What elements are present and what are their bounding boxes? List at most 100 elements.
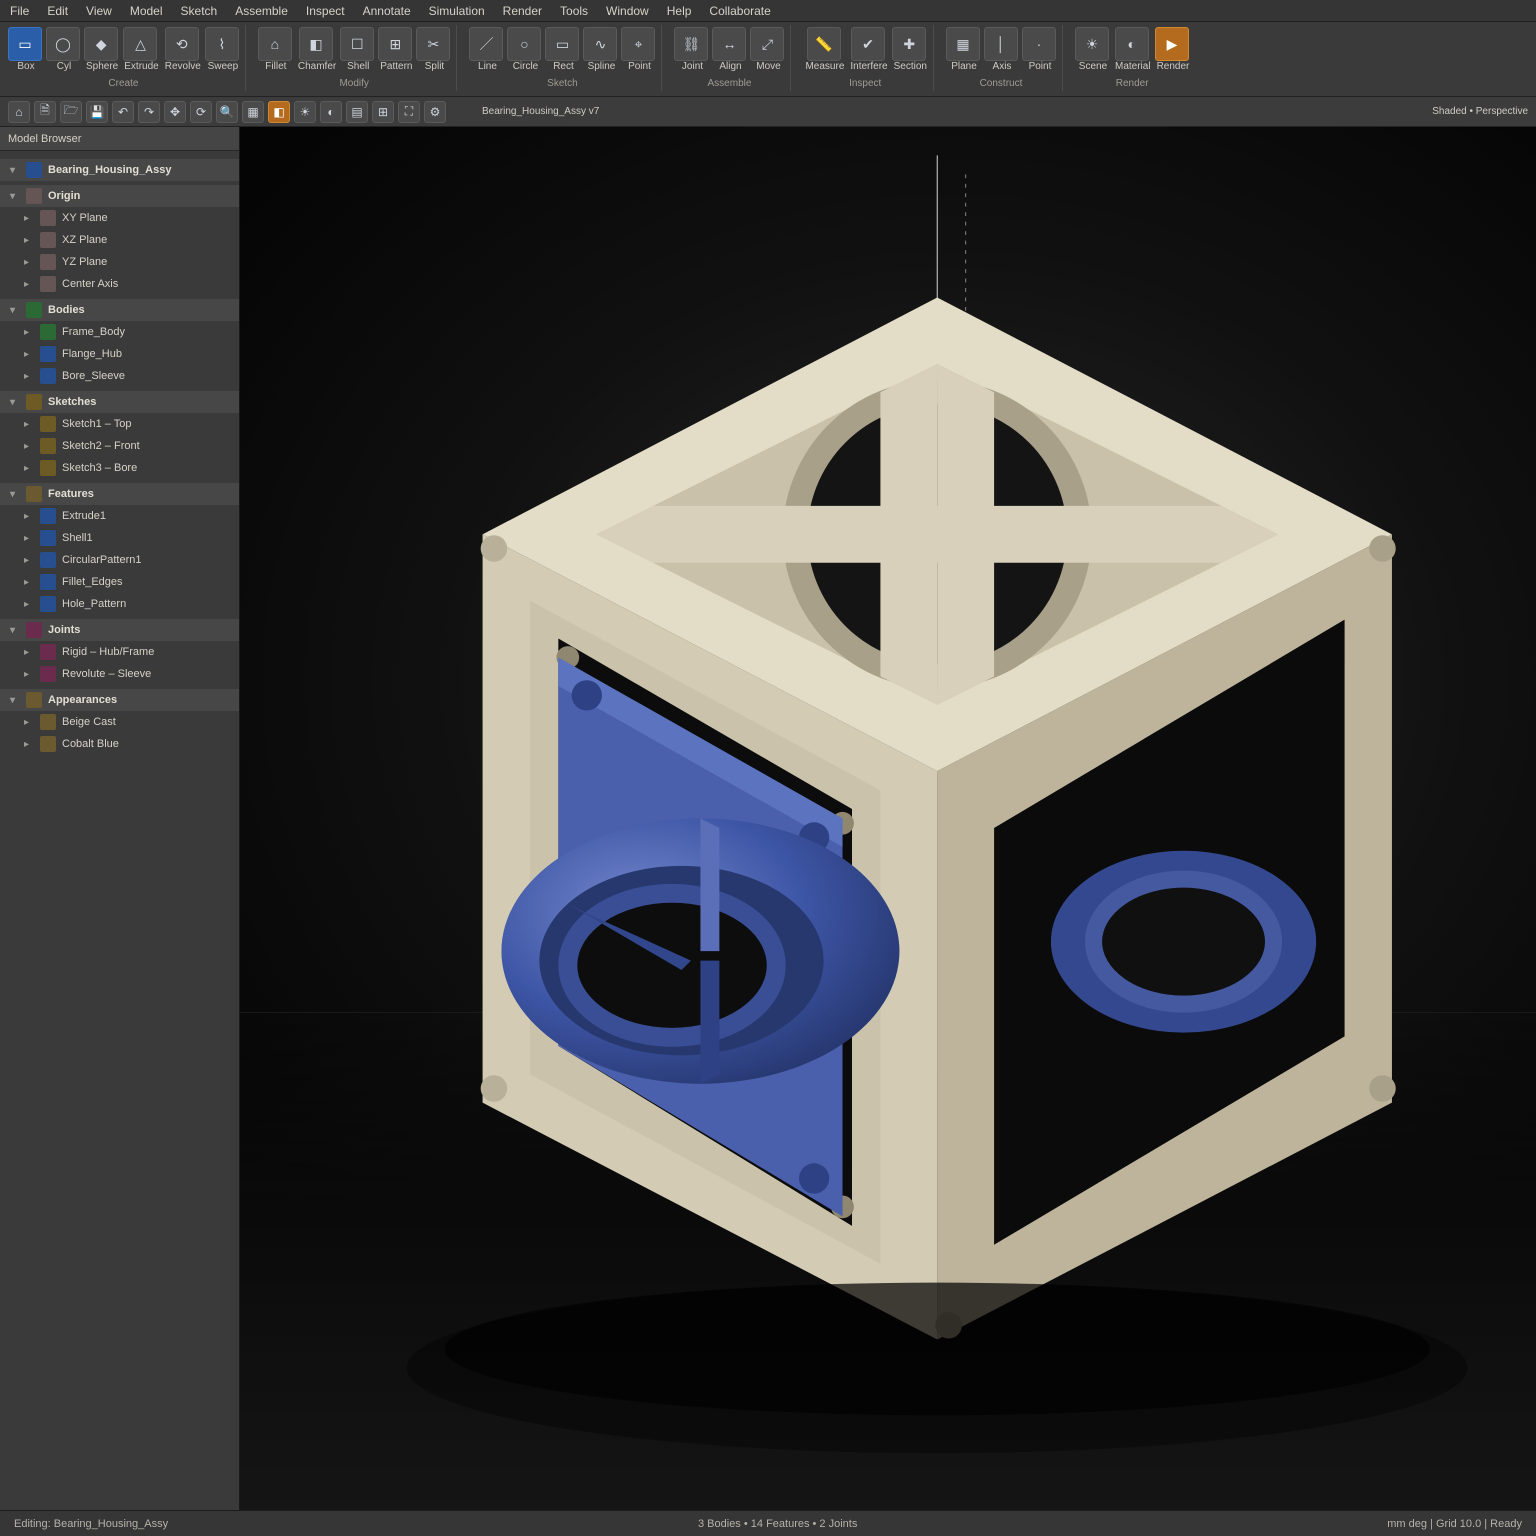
caret-icon: ▸ bbox=[24, 441, 34, 452]
menu-view[interactable]: View bbox=[86, 4, 112, 18]
viewport[interactable] bbox=[240, 127, 1536, 1510]
tree-label: Extrude1 bbox=[62, 510, 106, 522]
ribbon-btn-circle[interactable]: ○ bbox=[507, 27, 541, 61]
ribbon-btn-line[interactable]: ／ bbox=[469, 27, 503, 61]
tree-node[interactable]: ▸Fillet_Edges bbox=[0, 571, 239, 593]
ribbon-btn-plane[interactable]: ▦ bbox=[946, 27, 980, 61]
quick-btn-15[interactable]: ⛶ bbox=[398, 101, 420, 123]
ribbon-btn-chamfer[interactable]: ◧ bbox=[299, 27, 333, 61]
quick-btn-14[interactable]: ⊞ bbox=[372, 101, 394, 123]
quick-btn-3[interactable]: 💾 bbox=[86, 101, 108, 123]
part-icon bbox=[40, 552, 56, 568]
ribbon-btn-fillet[interactable]: ⌂ bbox=[258, 27, 292, 61]
menu-file[interactable]: File bbox=[10, 4, 29, 18]
ribbon-btn-shell[interactable]: ☐ bbox=[340, 27, 374, 61]
tree-node[interactable]: ▸Revolute – Sleeve bbox=[0, 663, 239, 685]
quick-btn-2[interactable]: 🗁 bbox=[60, 101, 82, 123]
tree-node[interactable]: ▸CircularPattern1 bbox=[0, 549, 239, 571]
quick-btn-13[interactable]: ▤ bbox=[346, 101, 368, 123]
ribbon-btn-point[interactable]: · bbox=[1022, 27, 1056, 61]
quick-btn-6[interactable]: ✥ bbox=[164, 101, 186, 123]
tree-node[interactable]: ▾Features bbox=[0, 483, 239, 505]
quick-btn-5[interactable]: ↷ bbox=[138, 101, 160, 123]
ribbon-btn-joint[interactable]: ⛓ bbox=[674, 27, 708, 61]
ribbon-btn-point[interactable]: ⌖ bbox=[621, 27, 655, 61]
ribbon-btn-measure[interactable]: 📏 bbox=[807, 27, 841, 61]
menu-help[interactable]: Help bbox=[667, 4, 692, 18]
ribbon-btn-material[interactable]: ◐ bbox=[1115, 27, 1149, 61]
tree-node[interactable]: ▸Sketch3 – Bore bbox=[0, 457, 239, 479]
tree-node[interactable]: ▾Appearances bbox=[0, 689, 239, 711]
tree-node[interactable]: ▸XY Plane bbox=[0, 207, 239, 229]
menu-window[interactable]: Window bbox=[606, 4, 649, 18]
ribbon-btn-rect[interactable]: ▭ bbox=[545, 27, 579, 61]
tree-node[interactable]: ▸Bore_Sleeve bbox=[0, 365, 239, 387]
quick-btn-11[interactable]: ☀ bbox=[294, 101, 316, 123]
ribbon-btn-section[interactable]: ✚ bbox=[892, 27, 926, 61]
joint-icon bbox=[40, 644, 56, 660]
menu-sketch[interactable]: Sketch bbox=[181, 4, 218, 18]
ribbon-btn-interfere[interactable]: ✔ bbox=[851, 27, 885, 61]
ribbon-btn-render[interactable]: ▶ bbox=[1155, 27, 1189, 61]
tree-node[interactable]: ▸Flange_Hub bbox=[0, 343, 239, 365]
menu-collaborate[interactable]: Collaborate bbox=[709, 4, 770, 18]
tree-label: Revolute – Sleeve bbox=[62, 668, 151, 680]
tree-label: Frame_Body bbox=[62, 326, 125, 338]
tree-label: Sketch1 – Top bbox=[62, 418, 132, 430]
menu-tools[interactable]: Tools bbox=[560, 4, 588, 18]
ribbon-btn-spline[interactable]: ∿ bbox=[583, 27, 617, 61]
tree-node[interactable]: ▸YZ Plane bbox=[0, 251, 239, 273]
document-title: Bearing_Housing_Assy v7 bbox=[482, 106, 599, 117]
tree-node[interactable]: ▸Extrude1 bbox=[0, 505, 239, 527]
tree-node[interactable]: ▾Bearing_Housing_Assy bbox=[0, 159, 239, 181]
ribbon-btn-pattern[interactable]: ⊞ bbox=[378, 27, 412, 61]
ribbon-btn-split[interactable]: ✂ bbox=[416, 27, 450, 61]
quick-btn-4[interactable]: ↶ bbox=[112, 101, 134, 123]
tree-node[interactable]: ▸Center Axis bbox=[0, 273, 239, 295]
ribbon-group-render: ☀Scene◐Material▶RenderRender bbox=[1073, 25, 1195, 91]
quick-btn-8[interactable]: 🔍 bbox=[216, 101, 238, 123]
ribbon-btn-scene[interactable]: ☀ bbox=[1075, 27, 1109, 61]
menu-simulation[interactable]: Simulation bbox=[429, 4, 485, 18]
quick-btn-10[interactable]: ◧ bbox=[268, 101, 290, 123]
ribbon-btn-sphere[interactable]: ◆ bbox=[84, 27, 118, 61]
ribbon-btn-move[interactable]: ⤢ bbox=[750, 27, 784, 61]
tree-node[interactable]: ▸Frame_Body bbox=[0, 321, 239, 343]
quick-btn-7[interactable]: ⟳ bbox=[190, 101, 212, 123]
quick-btn-0[interactable]: ⌂ bbox=[8, 101, 30, 123]
quick-btn-9[interactable]: ▦ bbox=[242, 101, 264, 123]
quick-btn-1[interactable]: 🗎 bbox=[34, 101, 56, 123]
ribbon-btn-axis[interactable]: │ bbox=[984, 27, 1018, 61]
menu-edit[interactable]: Edit bbox=[47, 4, 68, 18]
quick-btn-16[interactable]: ⚙ bbox=[424, 101, 446, 123]
tree-node[interactable]: ▾Bodies bbox=[0, 299, 239, 321]
caret-icon: ▸ bbox=[24, 555, 34, 566]
menu-inspect[interactable]: Inspect bbox=[306, 4, 345, 18]
tree-node[interactable]: ▸Hole_Pattern bbox=[0, 593, 239, 615]
ribbon-btn-sweep[interactable]: ⌇ bbox=[205, 27, 239, 61]
tree-node[interactable]: ▾Sketches bbox=[0, 391, 239, 413]
ribbon-btn-box[interactable]: ▭ bbox=[8, 27, 42, 61]
tree-node[interactable]: ▸Sketch1 – Top bbox=[0, 413, 239, 435]
ribbon-btn-extrude[interactable]: △ bbox=[123, 27, 157, 61]
tree-node[interactable]: ▸Beige Cast bbox=[0, 711, 239, 733]
menu-model[interactable]: Model bbox=[130, 4, 163, 18]
menu-render[interactable]: Render bbox=[503, 4, 542, 18]
status-left: Editing: Bearing_Housing_Assy bbox=[14, 1518, 168, 1530]
tree-node[interactable]: ▸Sketch2 – Front bbox=[0, 435, 239, 457]
tree-node[interactable]: ▸Shell1 bbox=[0, 527, 239, 549]
tree-node[interactable]: ▸XZ Plane bbox=[0, 229, 239, 251]
quick-btn-12[interactable]: ◐ bbox=[320, 101, 342, 123]
ribbon-btn-align[interactable]: ↔ bbox=[712, 27, 746, 61]
menu-annotate[interactable]: Annotate bbox=[363, 4, 411, 18]
tree-node[interactable]: ▾Joints bbox=[0, 619, 239, 641]
tree-node[interactable]: ▾Origin bbox=[0, 185, 239, 207]
tree-label: Features bbox=[48, 488, 94, 500]
caret-icon: ▸ bbox=[24, 533, 34, 544]
menu-assemble[interactable]: Assemble bbox=[235, 4, 288, 18]
tree-node[interactable]: ▸Cobalt Blue bbox=[0, 733, 239, 755]
tree-node[interactable]: ▸Rigid – Hub/Frame bbox=[0, 641, 239, 663]
ribbon-btn-cyl[interactable]: ◯ bbox=[46, 27, 80, 61]
ribbon-btn-revolve[interactable]: ⟲ bbox=[165, 27, 199, 61]
caret-icon: ▾ bbox=[10, 625, 20, 636]
